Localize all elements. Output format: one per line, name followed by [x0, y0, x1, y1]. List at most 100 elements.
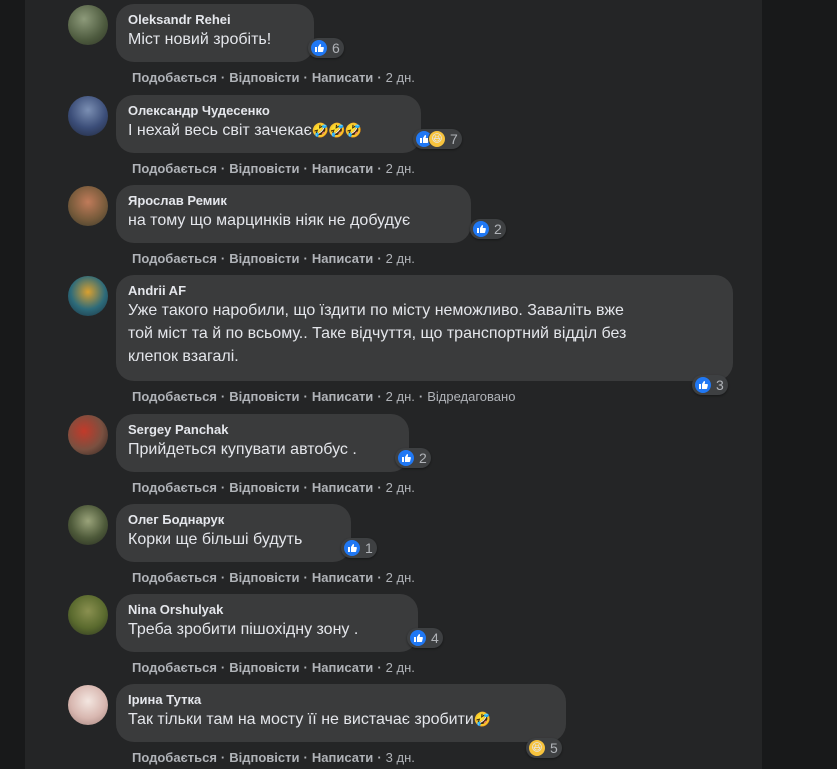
reaction-count: 2 [494, 221, 502, 237]
comment-text-line: той міст та й по всьому.. Таке відчуття,… [128, 325, 627, 342]
avatar[interactable] [68, 96, 108, 136]
comment-text: Прийдеться купувати автобус . [128, 441, 357, 458]
reaction-summary[interactable]: 😆 5 [526, 738, 562, 758]
comment-time[interactable]: 2 дн. [386, 570, 415, 585]
thumbs-up-icon [397, 449, 415, 467]
comment-text: Так тільки там на мосту її не вистачає з… [128, 711, 491, 728]
laughing-face-icon: 😆 [528, 739, 546, 757]
comment-bubble: Олег Боднарук Корки ще більші будуть [116, 504, 351, 562]
like-link[interactable]: Подобається [132, 480, 217, 495]
comment-actions: Подобається · Відповісти · Написати · 2 дн. [132, 70, 415, 85]
comment-bubble: Олександр Чудесенко І нехай весь світ за… [116, 95, 421, 153]
thumbs-up-icon [310, 39, 328, 57]
comment-actions: Подобається · Відповісти · Написати · 2 дн. [132, 480, 415, 495]
laughing-emoji: 🤣 [473, 711, 491, 727]
comment-text: Міст новий зробіть! [128, 31, 272, 48]
reply-link[interactable]: Відповісти [229, 750, 299, 765]
comment-author[interactable]: Oleksandr Rehei [128, 12, 302, 28]
comment-author[interactable]: Олег Боднарук [128, 512, 339, 528]
reaction-count: 5 [550, 740, 558, 756]
reaction-count: 3 [716, 377, 724, 393]
like-link[interactable]: Подобається [132, 161, 217, 176]
comment-author[interactable]: Ірина Тутка [128, 692, 554, 708]
comment-time[interactable]: 2 дн. [386, 660, 415, 675]
reply-link[interactable]: Відповісти [229, 161, 299, 176]
comment-time[interactable]: 2 дн. [386, 251, 415, 266]
comment-bubble: Sergey Panchak Прийдеться купувати автоб… [116, 414, 409, 472]
like-link[interactable]: Подобається [132, 70, 217, 85]
like-link[interactable]: Подобається [132, 389, 217, 404]
edited-label[interactable]: Відредаговано [427, 389, 515, 404]
laughing-emoji: 🤣🤣🤣 [311, 122, 362, 138]
write-link[interactable]: Написати [312, 570, 373, 585]
reply-link[interactable]: Відповісти [229, 480, 299, 495]
like-link[interactable]: Подобається [132, 570, 217, 585]
avatar[interactable] [68, 415, 108, 455]
reply-link[interactable]: Відповісти [229, 70, 299, 85]
comment-actions: Подобається · Відповісти · Написати · 3 дн. [132, 750, 415, 765]
comment-time[interactable]: 2 дн. [386, 70, 415, 85]
reaction-count: 1 [365, 540, 373, 556]
thumbs-up-icon [472, 220, 490, 238]
write-link[interactable]: Написати [312, 251, 373, 266]
reaction-summary[interactable]: 4 [407, 628, 443, 648]
reply-link[interactable]: Відповісти [229, 251, 299, 266]
reply-link[interactable]: Відповісти [229, 660, 299, 675]
comment-text: Корки ще більші будуть [128, 531, 303, 548]
comment-text-line: Уже такого наробили, що їздити по місту … [128, 302, 624, 319]
comment-bubble: Nina Orshulyak Треба зробити пішохідну з… [116, 594, 418, 652]
reaction-count: 6 [332, 40, 340, 56]
reaction-count: 7 [450, 131, 458, 147]
write-link[interactable]: Написати [312, 660, 373, 675]
comment-author[interactable]: Nina Orshulyak [128, 602, 406, 618]
avatar[interactable] [68, 276, 108, 316]
like-link[interactable]: Подобається [132, 251, 217, 266]
avatar[interactable] [68, 595, 108, 635]
comment-actions: Подобається · Відповісти · Написати · 2 дн. · Ві… [132, 389, 516, 404]
comment-actions: Подобається · Відповісти · Написати · 2 дн. [132, 251, 415, 266]
comment-author[interactable]: Sergey Panchak [128, 422, 397, 438]
thumbs-up-icon [409, 629, 427, 647]
comment-bubble: Andrii AF Уже такого наробили, що їздити… [116, 275, 733, 381]
comment-time[interactable]: 2 дн. [386, 161, 415, 176]
reaction-summary[interactable]: 1 [341, 538, 377, 558]
reaction-count: 4 [431, 630, 439, 646]
comment-text: Треба зробити пішохідну зону . [128, 621, 359, 638]
comment-author[interactable]: Олександр Чудесенко [128, 103, 409, 119]
comment-time[interactable]: 2 дн. [386, 480, 415, 495]
like-link[interactable]: Подобається [132, 660, 217, 675]
write-link[interactable]: Написати [312, 70, 373, 85]
write-link[interactable]: Написати [312, 480, 373, 495]
reaction-summary[interactable]: 😆 7 [413, 129, 462, 149]
comment-text: І нехай весь світ зачекає🤣🤣🤣 [128, 122, 362, 139]
thumbs-up-icon [343, 539, 361, 557]
thumbs-up-icon [694, 376, 712, 394]
reaction-summary[interactable]: 2 [470, 219, 506, 239]
comment-time[interactable]: 3 дн. [386, 750, 415, 765]
avatar[interactable] [68, 5, 108, 45]
reaction-summary[interactable]: 6 [308, 38, 344, 58]
comment-actions: Подобається · Відповісти · Написати · 2 дн. [132, 660, 415, 675]
comment-bubble: Ірина Тутка Так тільки там на мосту її н… [116, 684, 566, 742]
comment-author[interactable]: Ярослав Ремик [128, 193, 459, 209]
write-link[interactable]: Написати [312, 750, 373, 765]
reply-link[interactable]: Відповісти [229, 570, 299, 585]
write-link[interactable]: Написати [312, 389, 373, 404]
comment-text: на тому що марцинків ніяк не добудує [128, 212, 411, 229]
comment-time[interactable]: 2 дн. [386, 389, 415, 404]
write-link[interactable]: Написати [312, 161, 373, 176]
avatar[interactable] [68, 505, 108, 545]
comment-author[interactable]: Andrii AF [128, 283, 721, 299]
avatar[interactable] [68, 685, 108, 725]
like-link[interactable]: Подобається [132, 750, 217, 765]
laughing-face-icon: 😆 [428, 130, 446, 148]
avatar[interactable] [68, 186, 108, 226]
reply-link[interactable]: Відповісти [229, 389, 299, 404]
reaction-summary[interactable]: 2 [395, 448, 431, 468]
comment-actions: Подобається · Відповісти · Написати · 2 дн. [132, 570, 415, 585]
comments-panel: Oleksandr Rehei Міст новий зробіть! 6 По… [25, 0, 762, 769]
comment-text-line: клепок взагалі. [128, 348, 239, 365]
reaction-summary[interactable]: 3 [692, 375, 728, 395]
comment-actions: Подобається · Відповісти · Написати · 2 дн. [132, 161, 415, 176]
scrollbar[interactable] [823, 0, 837, 769]
